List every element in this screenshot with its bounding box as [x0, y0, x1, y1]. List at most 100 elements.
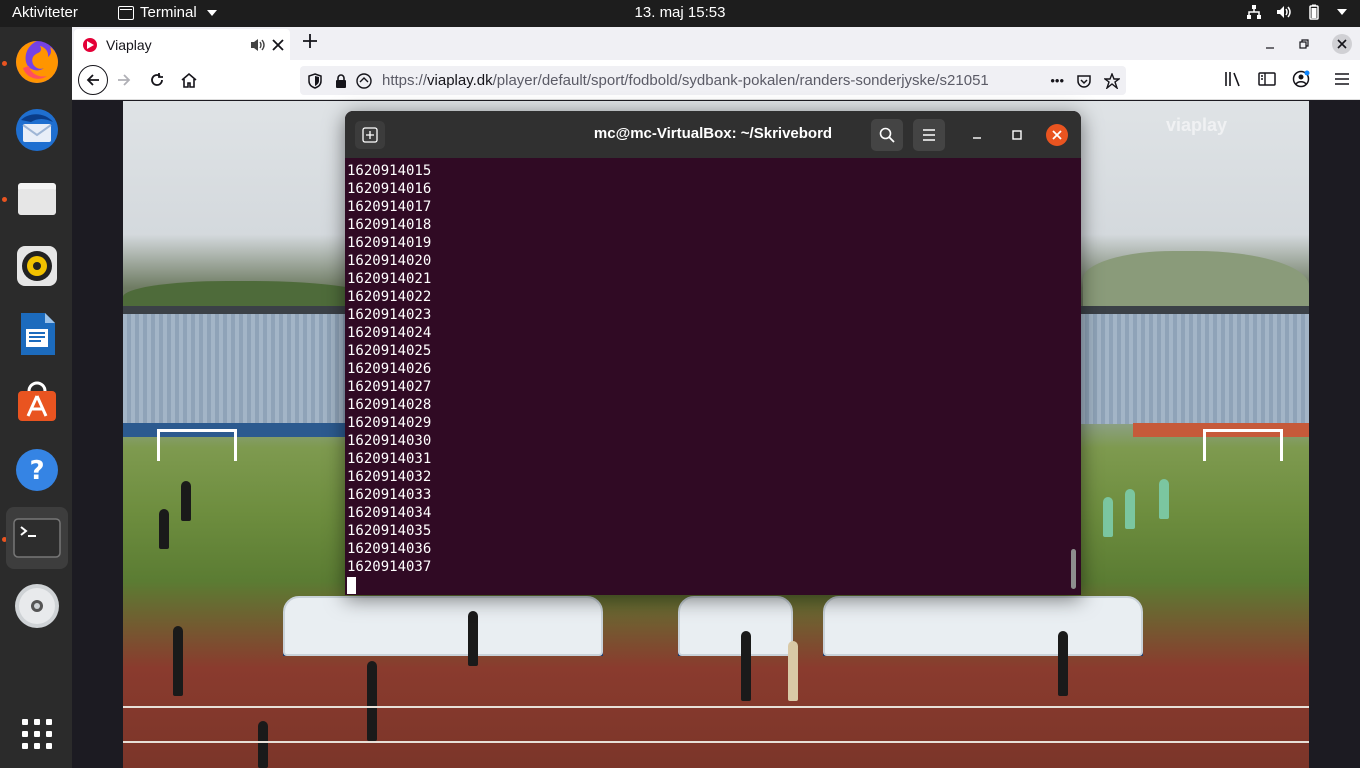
dock-terminal[interactable] — [6, 507, 68, 569]
dugout-center — [678, 596, 793, 656]
terminal-cursor — [347, 577, 356, 594]
page-actions-button[interactable]: ••• — [1050, 73, 1064, 88]
writer-icon — [21, 313, 55, 355]
window-minimize-icon[interactable] — [1264, 38, 1276, 50]
dock-libreoffice-writer[interactable] — [6, 303, 68, 365]
help-icon: ? — [16, 449, 58, 491]
arrow-left-icon — [86, 74, 99, 86]
sidebar-icon[interactable] — [1258, 71, 1276, 87]
files-icon — [18, 183, 56, 215]
terminal-window[interactable]: mc@mc-VirtualBox: ~/Skrivebord 162091401… — [345, 111, 1081, 595]
staff-figure — [788, 641, 798, 701]
rhythmbox-icon — [17, 246, 57, 286]
volume-icon — [1276, 4, 1292, 20]
dvd-icon — [15, 584, 59, 628]
new-tab-button[interactable] — [302, 31, 318, 53]
terminal-line: 1620914015 — [347, 163, 432, 179]
player-figure — [1125, 489, 1135, 529]
terminal-line: 1620914024 — [347, 325, 432, 341]
terminal-line: 1620914021 — [347, 271, 432, 287]
activities-button[interactable]: Aktiviteter — [12, 4, 78, 21]
terminal-line: 1620914025 — [347, 343, 432, 359]
staff-figure — [173, 626, 183, 696]
dock-firefox[interactable] — [6, 31, 68, 93]
terminal-menu-button[interactable] — [913, 119, 945, 151]
dugout-left — [283, 596, 603, 656]
dock-help[interactable]: ? — [6, 439, 68, 501]
svg-text:?: ? — [29, 456, 44, 486]
app-menu-label: Terminal — [140, 4, 197, 21]
library-icon[interactable] — [1224, 71, 1242, 87]
tab-viaplay[interactable]: Viaplay — [74, 29, 290, 60]
terminal-line: 1620914034 — [347, 505, 432, 521]
terminal-line: 1620914029 — [347, 415, 432, 431]
terminal-output[interactable]: 1620914015 1620914016 1620914017 1620914018… — [347, 162, 1067, 594]
terminal-icon — [13, 518, 61, 558]
terminal-line: 1620914033 — [347, 487, 432, 503]
dock: ? — [0, 27, 72, 768]
terminal-scrollbar[interactable] — [1071, 549, 1076, 589]
show-applications-button[interactable] — [6, 703, 68, 765]
terminal-search-button[interactable] — [871, 119, 903, 151]
pocket-icon[interactable] — [1076, 73, 1092, 89]
window-close-button[interactable] — [1332, 34, 1352, 54]
new-tab-icon — [362, 127, 378, 143]
app-menu[interactable]: Terminal — [118, 4, 217, 21]
url-text[interactable]: https://viaplay.dk/player/default/sport/… — [382, 72, 1050, 89]
goal-right — [1203, 429, 1283, 461]
player-figure — [1159, 479, 1169, 519]
terminal-line: 1620914017 — [347, 199, 432, 215]
hamburger-menu-icon[interactable] — [1334, 72, 1350, 86]
window-restore-icon[interactable] — [1298, 38, 1310, 50]
dock-dvd[interactable] — [6, 575, 68, 637]
terminal-line: 1620914028 — [347, 397, 432, 413]
terminal-line: 1620914031 — [347, 451, 432, 467]
terminal-new-tab-button[interactable] — [355, 121, 385, 149]
staff-figure — [468, 611, 478, 666]
terminal-headerbar[interactable]: mc@mc-VirtualBox: ~/Skrivebord — [345, 111, 1081, 158]
terminal-close-button[interactable] — [1046, 124, 1068, 146]
terminal-maximize-button[interactable] — [1007, 125, 1027, 145]
terminal-line: 1620914027 — [347, 379, 432, 395]
tab-audio-icon[interactable] — [250, 38, 266, 52]
dock-rhythmbox[interactable] — [6, 235, 68, 297]
dock-thunderbird[interactable] — [6, 99, 68, 161]
app-grid-icon — [22, 719, 52, 749]
terminal-line: 1620914020 — [347, 253, 432, 269]
reload-icon — [151, 73, 163, 86]
navigation-toolbar: https://viaplay.dk/player/default/sport/… — [72, 60, 1360, 100]
terminal-line: 1620914026 — [347, 361, 432, 377]
permissions-icon[interactable] — [356, 72, 372, 89]
bookmark-star-icon[interactable] — [1104, 72, 1120, 89]
reload-button[interactable] — [145, 68, 169, 92]
dock-ubuntu-software[interactable] — [6, 371, 68, 433]
tracking-shield-icon[interactable] — [308, 72, 322, 89]
home-button[interactable] — [177, 68, 201, 92]
account-icon[interactable] — [1292, 70, 1310, 88]
viaplay-favicon-icon — [83, 37, 97, 52]
terminal-minimize-button[interactable] — [967, 125, 987, 145]
url-bar[interactable]: https://viaplay.dk/player/default/sport/… — [300, 66, 1126, 95]
software-store-icon — [18, 381, 56, 421]
gnome-top-bar: Aktiviteter Terminal 13. maj 15:53 — [0, 0, 1360, 27]
dock-files[interactable] — [6, 167, 68, 229]
tab-close-icon[interactable] — [272, 38, 284, 51]
terminal-lines: 1620914015 1620914016 1620914017 1620914018… — [347, 162, 1067, 576]
clock[interactable]: 13. maj 15:53 — [635, 4, 726, 21]
terminal-line: 1620914036 — [347, 541, 432, 557]
network-icon — [1246, 4, 1262, 20]
plus-icon — [303, 34, 317, 48]
arrow-right-icon — [118, 74, 131, 86]
back-button[interactable] — [78, 65, 108, 95]
terminal-line: 1620914035 — [347, 523, 432, 539]
system-tray[interactable] — [1246, 4, 1348, 20]
lock-icon[interactable] — [334, 73, 348, 89]
system-menu-chevron-icon — [1336, 8, 1348, 16]
staff-figure — [367, 661, 377, 741]
maximize-icon — [1012, 130, 1022, 140]
tab-title: Viaplay — [106, 36, 152, 53]
forward-button[interactable] — [112, 68, 136, 92]
chevron-down-icon — [206, 9, 217, 16]
terminal-line: 1620914037 — [347, 559, 432, 575]
player-figure — [1103, 497, 1113, 537]
